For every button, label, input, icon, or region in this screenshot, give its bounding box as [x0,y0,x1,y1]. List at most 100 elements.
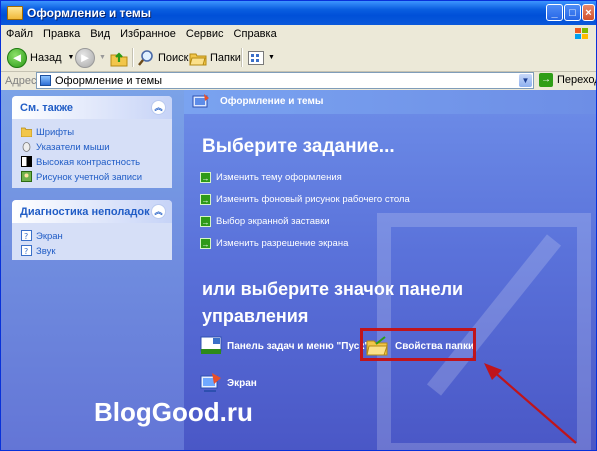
svg-text:?: ? [24,232,28,241]
pick-icon-heading: или выберите значок панели управления [202,279,464,326]
up-folder-icon [110,51,128,66]
title-bar[interactable]: Оформление и темы _ □ × [1,1,596,25]
address-label: Адрес: [5,75,40,87]
folders-label: Папки [210,51,241,64]
close-button[interactable]: × [582,4,595,21]
see-also-label: Указатели мыши [36,142,110,153]
task-label: Изменить фоновый рисунок рабочего стола [216,193,410,205]
back-label: Назад [30,51,62,64]
go-button[interactable]: → Переход [539,73,597,87]
see-also-item-mouse-pointers[interactable]: Указатели мыши [12,140,172,155]
search-label: Поиск [158,51,189,64]
forward-button[interactable]: ► ▼ [75,47,106,68]
cp-item-label: Панель задач и меню "Пуск" [227,340,370,352]
troubleshoot-label: Звук [36,246,56,257]
back-button[interactable]: ◄ Назад ▼ [7,47,74,68]
collapse-chevron-icon[interactable]: ︽ [151,100,166,115]
control-panel-icon [40,75,51,86]
search-icon [138,49,153,66]
task-arrow-icon: → [200,193,211,205]
see-also-item-fonts[interactable]: Шрифты [12,125,172,140]
see-also-label: Шрифты [36,127,75,138]
troubleshoot-title: Диагностика неполадок [20,206,150,218]
task-arrow-icon: → [200,215,211,227]
forward-arrow-icon: ► [75,47,95,68]
window-title: Оформление и темы [27,6,152,20]
menu-help[interactable]: Справка [229,25,282,43]
menu-bar: Файл Правка Вид Избранное Сервис Справка [1,25,596,45]
toolbar-separator [132,48,134,67]
address-dropdown-icon[interactable]: ▼ [519,74,532,87]
category-title: Оформление и темы [220,96,324,107]
taskbar-icon [200,336,222,354]
troubleshoot-item-display[interactable]: ? Экран [12,229,172,244]
troubleshoot-item-sound[interactable]: ? Звук [12,244,172,259]
address-bar: Адрес: Оформление и темы ▼ → Переход [1,72,596,90]
toolbar-separator [241,48,243,67]
menu-view[interactable]: Вид [85,25,115,43]
cp-item-display[interactable]: Экран [200,372,257,394]
user-picture-icon [21,171,32,182]
menu-favorites[interactable]: Избранное [115,25,181,43]
maximize-button[interactable]: □ [564,4,581,21]
task-arrow-icon: → [200,171,211,183]
display-icon [200,373,221,392]
up-folder-button[interactable] [110,47,128,68]
menu-edit[interactable]: Правка [38,25,85,43]
see-also-item-account-picture[interactable]: Рисунок учетной записи [12,170,172,185]
cp-item-taskbar[interactable]: Панель задач и меню "Пуск" [200,336,369,356]
content-area: См. также ︽ Шрифты Указатели мыши Высока… [1,90,596,450]
address-value: Оформление и темы [55,75,163,87]
contrast-icon [21,156,32,167]
task-link-change-wallpaper[interactable]: → Изменить фоновый рисунок рабочего стол… [200,191,410,207]
troubleshoot-label: Экран [36,231,63,242]
views-dropdown-icon: ▼ [268,54,275,61]
go-label: Переход [557,74,597,86]
back-arrow-icon: ◄ [7,47,27,68]
folders-icon [189,53,207,65]
folder-icon [7,6,23,20]
see-also-header[interactable]: См. также ︽ [12,96,172,119]
task-arrow-icon: → [200,237,211,249]
mouse-pointer-icon [22,142,31,152]
task-link-change-theme[interactable]: → Изменить тему оформления [200,169,342,185]
collapse-chevron-icon[interactable]: ︽ [151,204,166,219]
search-button[interactable]: Поиск [137,47,188,68]
menu-tools[interactable]: Сервис [181,25,229,43]
task-label: Выбор экранной заставки [216,215,330,227]
task-label: Изменить тему оформления [216,171,342,183]
fonts-folder-icon [21,127,32,137]
category-header: Оформление и темы [184,90,596,114]
watermark-text: BlogGood.ru [94,397,253,427]
annotation-arrow [484,363,577,444]
see-also-panel: См. также ︽ Шрифты Указатели мыши Высока… [12,96,172,188]
troubleshoot-panel: Диагностика неполадок ︽ ? Экран ? Звук [12,200,172,260]
folders-button[interactable]: Папки [189,47,241,68]
forward-dropdown-icon[interactable]: ▼ [99,54,106,61]
go-arrow-icon: → [539,73,553,87]
help-icon: ? [21,245,32,256]
highlight-box [360,328,476,361]
see-also-title: См. также [20,102,73,114]
task-label: Изменить разрешение экрана [216,237,349,249]
svg-text:?: ? [24,247,28,256]
back-dropdown-icon[interactable]: ▼ [68,54,75,61]
explorer-window: Оформление и темы _ □ × Файл Правка Вид Изб… [0,0,597,451]
pick-task-heading: Выберите задание... [202,136,395,157]
views-icon [248,50,264,65]
toolbar: ◄ Назад ▼ ► ▼ Поиск Папки ▼ [1,44,596,72]
appearance-themes-icon [192,94,209,108]
minimize-button[interactable]: _ [546,4,563,21]
see-also-label: Рисунок учетной записи [36,172,143,183]
task-link-screensaver[interactable]: → Выбор экранной заставки [200,213,330,229]
help-icon: ? [21,230,32,241]
see-also-label: Высокая контрастность [36,157,141,168]
windows-logo-icon [575,28,588,39]
address-input[interactable]: Оформление и темы ▼ [36,72,534,89]
views-button[interactable]: ▼ [247,47,275,68]
menu-file[interactable]: Файл [1,25,38,43]
cp-item-label: Экран [227,377,257,389]
task-link-resolution[interactable]: → Изменить разрешение экрана [200,235,348,251]
troubleshoot-header[interactable]: Диагностика неполадок ︽ [12,200,172,223]
see-also-item-high-contrast[interactable]: Высокая контрастность [12,155,172,170]
